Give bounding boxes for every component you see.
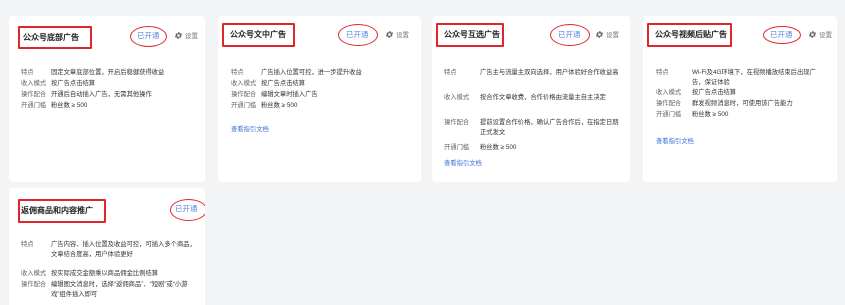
detail-value: 按合作文章收费，合作价格由流量主自主决定: [480, 94, 606, 101]
ad-card-bottom: 公众号底部广告 已开通 设置 特点 固定文章底部位置，开启后稳健获得收益 收入模…: [9, 16, 205, 182]
detail-key: 特点: [231, 69, 244, 76]
status-badge: 已开通: [137, 31, 160, 40]
detail-key: 收入模式: [444, 94, 470, 101]
gear-icon: [595, 31, 604, 38]
card-title: 公众号底部广告: [23, 33, 79, 42]
status-badge: 已开通: [558, 30, 581, 39]
card-title: 公众号文中广告: [230, 30, 286, 39]
detail-value: 按广告点击结算: [692, 89, 737, 96]
detail-value: 广告插入位置可控，进一步提升收益: [261, 69, 362, 76]
detail-key: 开通门槛: [444, 144, 470, 151]
detail-key: 特点: [444, 69, 457, 76]
detail-key: 操作配合: [444, 119, 470, 126]
detail-value: 固定文章底部位置，开启后稳健获得收益: [51, 69, 165, 76]
detail-value: 按广告点击结算: [261, 80, 306, 87]
settings-label: 设置: [606, 32, 619, 39]
gear-icon: [174, 32, 183, 39]
card-title: 公众号视频后贴广告: [655, 30, 727, 39]
settings-label: 设置: [396, 32, 409, 39]
detail-key: 特点: [21, 241, 34, 248]
settings-button[interactable]: 设置: [174, 31, 198, 42]
gear-icon: [385, 31, 394, 38]
settings-label: 设置: [185, 33, 198, 40]
settings-button[interactable]: 设置: [385, 30, 409, 41]
status-badge: 已开通: [346, 30, 369, 39]
detail-key: 特点: [656, 69, 669, 76]
detail-value: Wi-Fi及4G环境下，在视频播放结束后出现广告，保证体验: [692, 69, 816, 86]
detail-value: 开通后自动插入广告，无需其他操作: [51, 91, 152, 98]
settings-button[interactable]: 设置: [595, 30, 619, 41]
detail-value: 按实际成交金额乘以商品佣金比例结算: [51, 270, 159, 277]
status-badge: 已开通: [175, 204, 198, 213]
detail-value: 粉丝数 ≥ 500: [480, 144, 517, 151]
ad-card-mutual-select: 公众号互选广告 已开通 设置 特点 广告主与流量主双向选择，用户体验好合作收益高…: [432, 16, 630, 182]
detail-key: 收入模式: [21, 270, 47, 277]
detail-value: 广告内容、插入位置及收益可控，可插入多个商品，文章结合度高，用户体验更好: [51, 241, 196, 258]
gear-icon: [808, 31, 817, 38]
detail-value: 粉丝数 ≥ 500: [261, 102, 298, 109]
ad-card-commission-goods: 返佣商品和内容推广 已开通 特点 广告内容、插入位置及收益可控，可插入多个商品，…: [9, 188, 205, 305]
detail-key: 收入模式: [656, 89, 682, 96]
detail-key: 操作配合: [231, 91, 257, 98]
detail-key: 特点: [21, 69, 34, 76]
settings-button[interactable]: 设置: [808, 30, 832, 41]
detail-key: 收入模式: [231, 80, 257, 87]
guide-doc-link[interactable]: 查看指引文档: [231, 125, 269, 134]
detail-value: 按广告点击结算: [51, 80, 96, 87]
detail-value: 群发视频消息时，可使用该广告能力: [692, 100, 793, 107]
card-title: 公众号互选广告: [444, 30, 500, 39]
card-title: 返佣商品和内容推广: [21, 206, 93, 215]
detail-value: 广告主与流量主双向选择，用户体验好合作收益高: [480, 69, 619, 76]
guide-doc-link[interactable]: 查看指引文档: [656, 137, 694, 146]
detail-value: 粉丝数 ≥ 500: [692, 111, 729, 118]
detail-key: 操作配合: [21, 91, 47, 98]
detail-value: 粉丝数 ≥ 500: [51, 102, 88, 109]
detail-key: 操作配合: [656, 100, 682, 107]
guide-doc-link[interactable]: 查看指引文档: [444, 159, 482, 168]
detail-key: 开通门槛: [21, 102, 47, 109]
settings-label: 设置: [819, 32, 832, 39]
detail-value: 编辑图文消息时，选择“返佣商品”、“短剧”或“小游戏”组件插入即可: [51, 281, 188, 298]
detail-key: 开通门槛: [656, 111, 682, 118]
detail-value: 编辑文章时插入广告: [261, 91, 318, 98]
ad-card-in-article: 公众号文中广告 已开通 设置 特点 广告插入位置可控，进一步提升收益 收入模式 …: [218, 16, 421, 182]
status-badge: 已开通: [770, 30, 793, 39]
ad-card-video-post: 公众号视频后贴广告 已开通 设置 特点 Wi-Fi及4G环境下，在视频播放结束后…: [643, 16, 837, 182]
detail-key: 开通门槛: [231, 102, 257, 109]
detail-key: 操作配合: [21, 281, 47, 288]
detail-key: 收入模式: [21, 80, 47, 87]
detail-value: 提前设置合作价格，确认广告合作后，在指定日期正式发文: [480, 119, 619, 136]
